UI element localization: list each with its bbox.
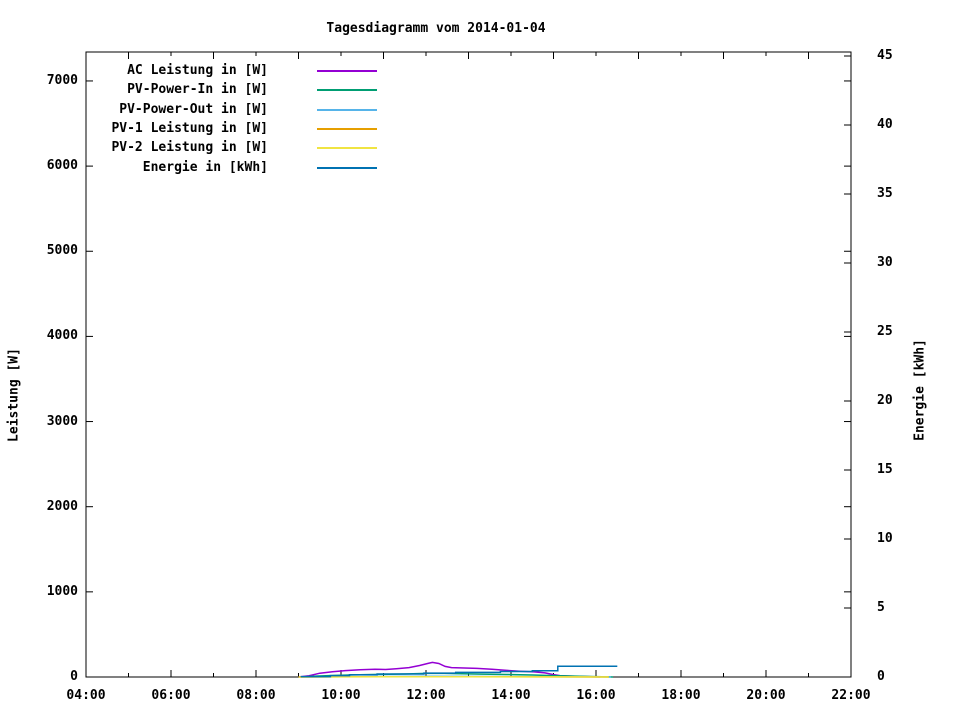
- legend-item: AC Leistung in [W]: [100, 63, 377, 79]
- legend-label: PV-1 Leistung in [W]: [111, 121, 268, 136]
- y-right-tick-label: 45: [877, 48, 893, 63]
- x-tick-label: 14:00: [491, 688, 531, 703]
- x-tick-label: 20:00: [746, 688, 786, 703]
- legend-item: PV-2 Leistung in [W]: [100, 140, 377, 156]
- y-left-tick-label: 0: [70, 669, 78, 684]
- y-right-tick-label: 25: [877, 324, 893, 339]
- legend-line-sample: [317, 167, 377, 169]
- x-tick-label: 10:00: [321, 688, 361, 703]
- legend-label: Energie in [kWh]: [142, 160, 268, 175]
- legend-line-sample: [317, 147, 377, 149]
- legend-item: Energie in [kWh]: [100, 160, 377, 176]
- y-right-tick-label: 10: [877, 531, 893, 546]
- y-left-tick-label: 3000: [46, 413, 78, 429]
- legend-line-sample: [317, 128, 377, 130]
- x-tick-label: 16:00: [576, 688, 616, 703]
- legend-item: PV-1 Leistung in [W]: [100, 121, 377, 137]
- legend-label: PV-Power-In in [W]: [127, 82, 268, 97]
- y-right-tick-label: 5: [877, 600, 885, 615]
- y-left-tick-label: 1000: [46, 583, 78, 599]
- legend-item: PV-Power-Out in [W]: [100, 102, 377, 118]
- y-right-tick-label: 0: [877, 669, 885, 684]
- y-right-tick-label: 40: [877, 117, 893, 132]
- x-tick-label: 08:00: [236, 688, 276, 703]
- x-tick-label: 22:00: [831, 688, 871, 703]
- legend-line-sample: [317, 70, 377, 72]
- x-tick-label: 18:00: [661, 688, 701, 703]
- y-right-tick-label: 20: [877, 393, 893, 408]
- legend-line-sample: [317, 109, 377, 111]
- y-left-tick-label: 6000: [46, 158, 78, 174]
- x-tick-label: 06:00: [151, 688, 191, 703]
- y-right-tick-label: 15: [877, 462, 893, 477]
- y-right-tick-label: 30: [877, 255, 893, 270]
- y-left-tick-label: 7000: [46, 72, 78, 88]
- legend-item: PV-Power-In in [W]: [100, 82, 377, 98]
- chart-canvas: Tagesdiagramm vom 2014-01-04 Leistung [W…: [0, 0, 960, 720]
- legend-label: PV-Power-Out in [W]: [119, 102, 268, 117]
- x-tick-label: 12:00: [406, 688, 446, 703]
- legend-label: PV-2 Leistung in [W]: [111, 140, 268, 155]
- y-right-tick-label: 35: [877, 186, 893, 201]
- legend-label: AC Leistung in [W]: [127, 63, 268, 78]
- x-tick-label: 04:00: [66, 688, 106, 703]
- legend-line-sample: [317, 89, 377, 91]
- y-left-tick-label: 4000: [46, 328, 78, 344]
- y-left-tick-label: 2000: [46, 498, 78, 514]
- y-left-tick-label: 5000: [46, 243, 78, 259]
